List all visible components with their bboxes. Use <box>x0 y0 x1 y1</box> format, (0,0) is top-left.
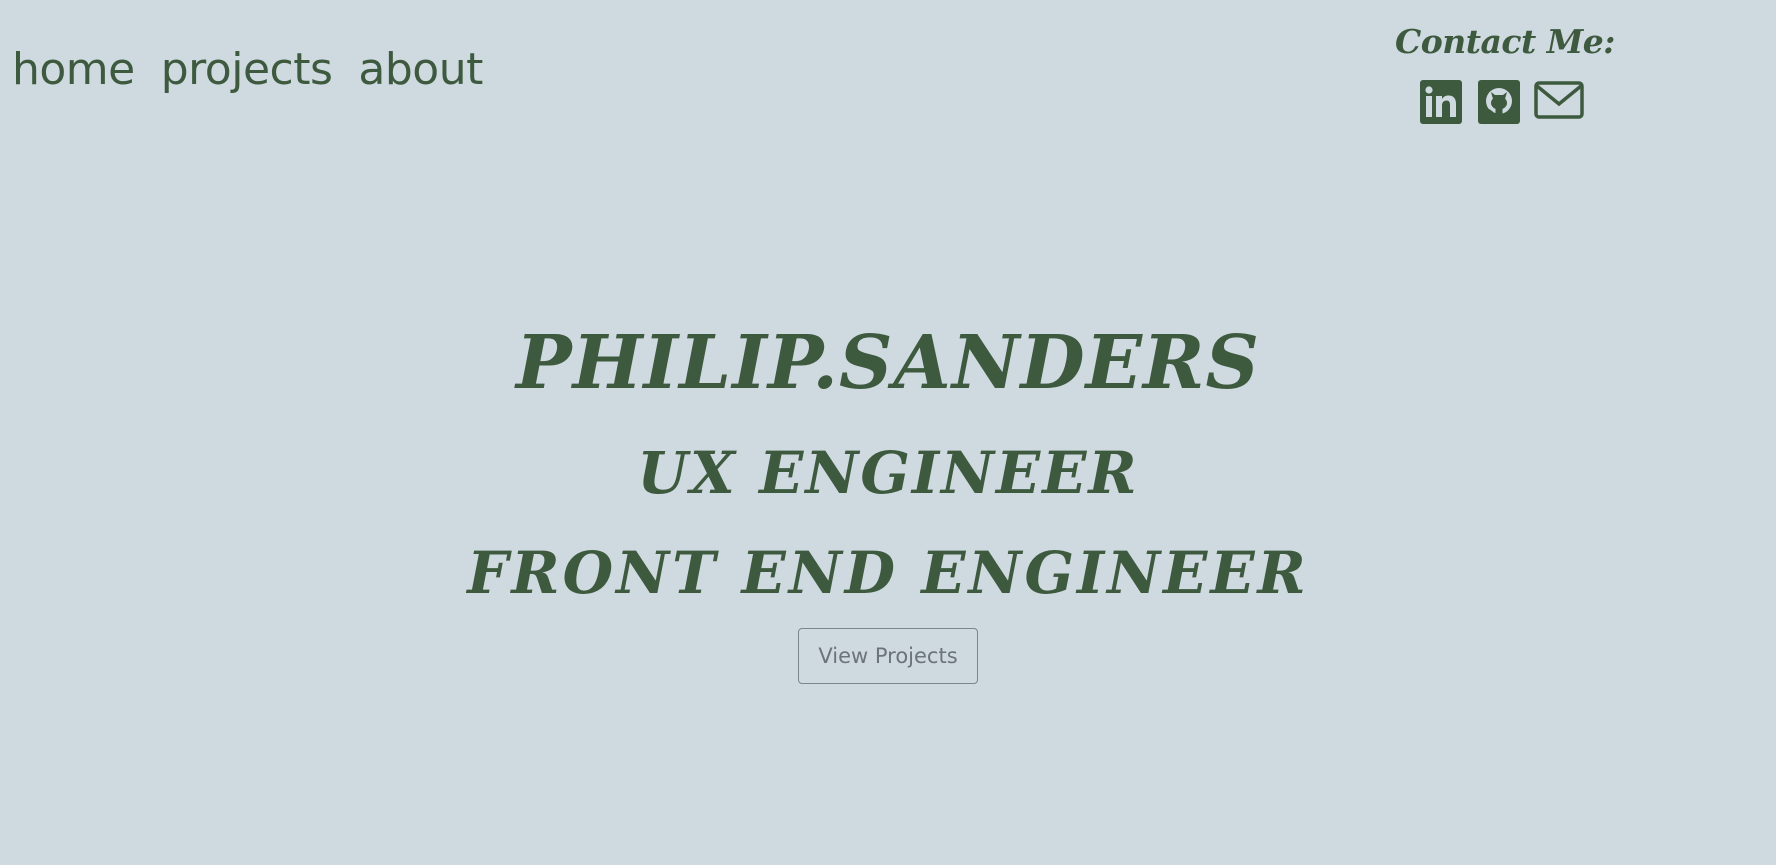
view-projects-button[interactable]: View Projects <box>798 628 978 684</box>
hero-role-front-end-engineer: FRONT END ENGINEER <box>467 539 1309 607</box>
email-link[interactable] <box>1534 80 1584 120</box>
github-icon <box>1478 80 1520 124</box>
nav-link-home[interactable]: home <box>12 44 135 95</box>
hero-role-ux-engineer: UX ENGINEER <box>637 439 1139 507</box>
hero-name: PHILIP.SANDERS <box>516 320 1260 406</box>
social-links <box>1390 80 1620 124</box>
contact-section: Contact Me: <box>1390 22 1620 124</box>
main-nav: home projects about <box>12 44 483 95</box>
contact-title: Contact Me: <box>1395 22 1615 61</box>
nav-link-about[interactable]: about <box>358 44 483 95</box>
linkedin-icon <box>1420 80 1462 124</box>
github-link[interactable] <box>1478 80 1520 124</box>
email-icon <box>1534 80 1584 120</box>
nav-link-projects[interactable]: projects <box>161 44 333 95</box>
linkedin-link[interactable] <box>1420 80 1462 124</box>
